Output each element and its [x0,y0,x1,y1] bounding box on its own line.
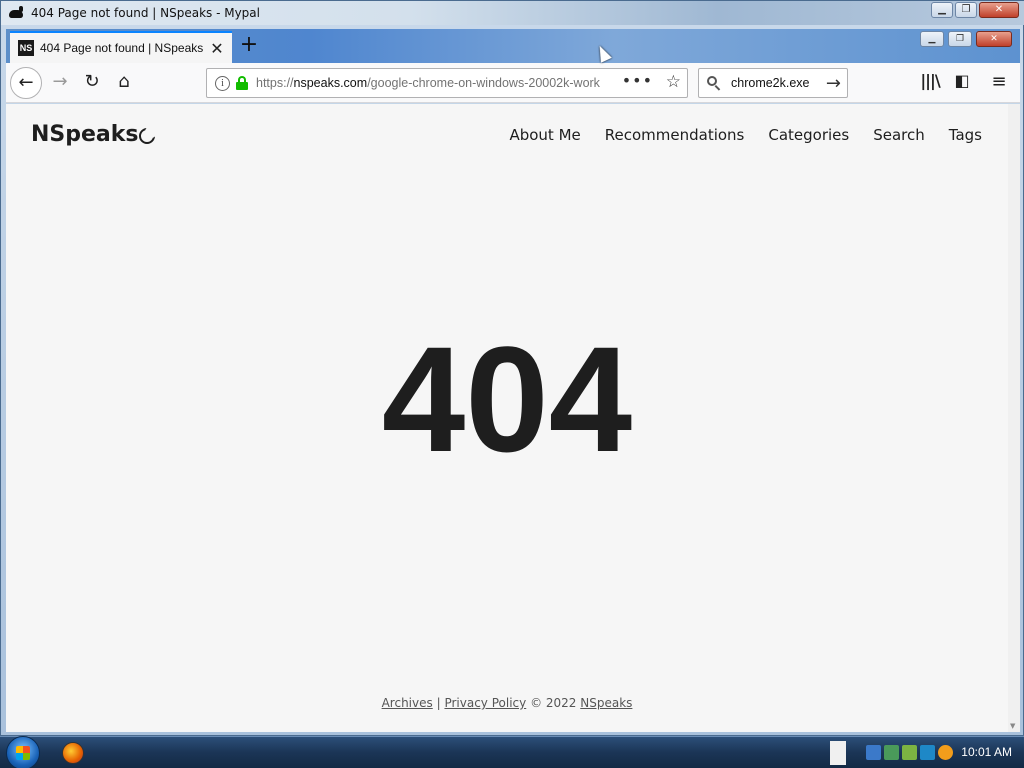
nav-tags[interactable]: Tags [949,126,982,144]
nav-toolbar: ← → ↻ ⌂ i https://nspeaks.com/google-chr… [6,63,1020,103]
network-icon[interactable] [884,745,899,760]
page-footer: Archives | Privacy Policy © 2022 NSpeaks [6,696,1008,710]
search-tray-icon[interactable] [938,745,953,760]
nav-about-me[interactable]: About Me [509,126,580,144]
tab-strip: NS 404 Page not found | NSpeaks ✕ + ▁ ❐ … [6,29,1020,63]
browser-restore-button[interactable]: ❐ [948,31,972,47]
url-path: /google-chrome-on-windows-20002k-work [367,76,600,90]
library-icon[interactable]: |||\ [918,71,942,90]
language-icon[interactable] [920,745,935,760]
site-favicon-icon: NS [18,40,34,56]
info-icon[interactable]: i [215,75,230,91]
taskbar: 10:01 AM [0,736,1024,768]
system-tray [866,745,953,760]
nav-categories[interactable]: Categories [768,126,849,144]
new-tab-button[interactable]: + [236,33,262,59]
dark-mode-toggle-icon[interactable] [139,126,157,144]
window-title: 404 Page not found | NSpeaks - Mypal [31,6,260,20]
page-viewport: NSpeaks About Me Recommendations Categor… [6,104,1020,732]
tab-404[interactable]: NS 404 Page not found | NSpeaks ✕ [10,31,232,63]
footer-archives-link[interactable]: Archives [382,696,433,710]
browser-window-controls: ▁ ❐ ✕ [920,31,1012,47]
url-prefix: https:// [256,76,294,90]
back-button[interactable]: ← [10,67,42,99]
bookmark-star-icon[interactable]: ☆ [666,72,681,92]
sidebar-toggle-icon[interactable]: ◧ [950,71,974,90]
footer-copyright: © 2022 [530,696,577,710]
page-scrollbar[interactable]: ▼ [1008,104,1020,732]
footer-brand-link[interactable]: NSpeaks [580,696,632,710]
restore-button[interactable]: ❐ [955,2,977,18]
site-logo[interactable]: NSpeaks [31,122,139,147]
footer-separator: | [436,696,441,710]
forward-button[interactable]: → [44,67,76,99]
site-nav: About Me Recommendations Categories Sear… [509,126,982,144]
taskbar-clock[interactable]: 10:01 AM [961,745,1012,759]
url-bar[interactable]: i https://nspeaks.com/google-chrome-on-w… [206,68,688,98]
display-icon[interactable] [866,745,881,760]
close-button[interactable]: ✕ [979,2,1019,18]
search-icon [707,76,721,90]
url-text[interactable]: https://nspeaks.com/google-chrome-on-win… [256,76,601,90]
url-host: nspeaks.com [293,76,368,90]
app-logo-icon [7,6,25,20]
nav-recommendations[interactable]: Recommendations [605,126,745,144]
scroll-down-icon[interactable]: ▼ [1010,722,1015,730]
home-button[interactable]: ⌂ [108,67,140,99]
minimize-button[interactable]: ▁ [931,2,953,18]
hamburger-menu-icon[interactable]: ≡ [987,71,1011,92]
tab-close-icon[interactable]: ✕ [210,39,224,58]
page-actions-icon[interactable]: ••• [622,71,653,90]
os-window: 404 Page not found | NSpeaks - Mypal ▁ ❐… [0,0,1024,736]
footer-privacy-link[interactable]: Privacy Policy [444,696,526,710]
os-titlebar[interactable]: 404 Page not found | NSpeaks - Mypal ▁ ❐… [1,1,1024,25]
keyboard-icon[interactable] [830,741,846,765]
taskbar-browser-icon[interactable] [62,742,84,764]
tab-title: 404 Page not found | NSpeaks [40,41,204,55]
lock-icon[interactable] [236,76,248,90]
search-go-icon[interactable]: → [826,73,841,94]
start-button[interactable] [6,736,40,768]
reload-button[interactable]: ↻ [76,67,108,99]
error-code-heading: 404 [381,315,633,483]
browser-close-button[interactable]: ✕ [976,31,1012,47]
security-icon[interactable] [902,745,917,760]
browser-minimize-button[interactable]: ▁ [920,31,944,47]
nav-search[interactable]: Search [873,126,925,144]
window-controls: ▁ ❐ ✕ [931,2,1019,18]
search-bar[interactable]: chrome2k.exe → [698,68,848,98]
search-input[interactable]: chrome2k.exe [731,76,826,90]
